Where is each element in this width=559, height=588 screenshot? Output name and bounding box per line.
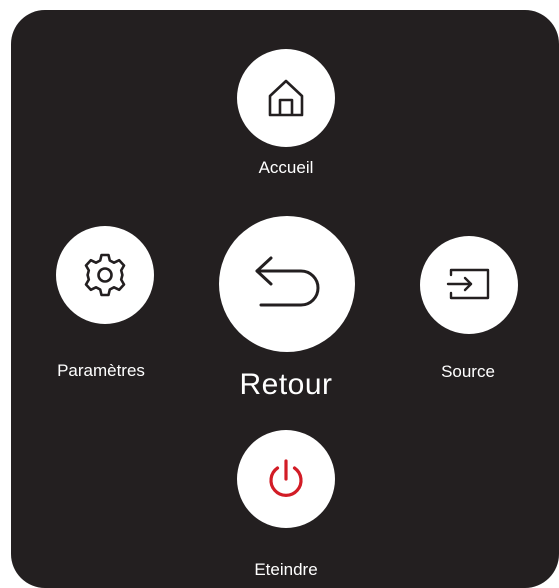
settings-button[interactable] bbox=[56, 226, 154, 324]
settings-label: Paramètres bbox=[57, 361, 145, 380]
back-arrow-icon bbox=[255, 256, 320, 307]
home-button[interactable] bbox=[237, 49, 335, 147]
power-label: Eteindre bbox=[254, 560, 318, 579]
power-button[interactable] bbox=[237, 430, 335, 528]
source-input-icon bbox=[446, 268, 490, 300]
home-icon bbox=[268, 79, 304, 117]
power-icon bbox=[269, 459, 303, 497]
gear-icon bbox=[84, 253, 126, 297]
back-button[interactable] bbox=[219, 216, 355, 352]
source-button[interactable] bbox=[420, 236, 518, 334]
home-label: Accueil bbox=[258, 158, 314, 177]
back-label: Retour bbox=[239, 368, 333, 401]
source-label: Source bbox=[441, 362, 495, 381]
